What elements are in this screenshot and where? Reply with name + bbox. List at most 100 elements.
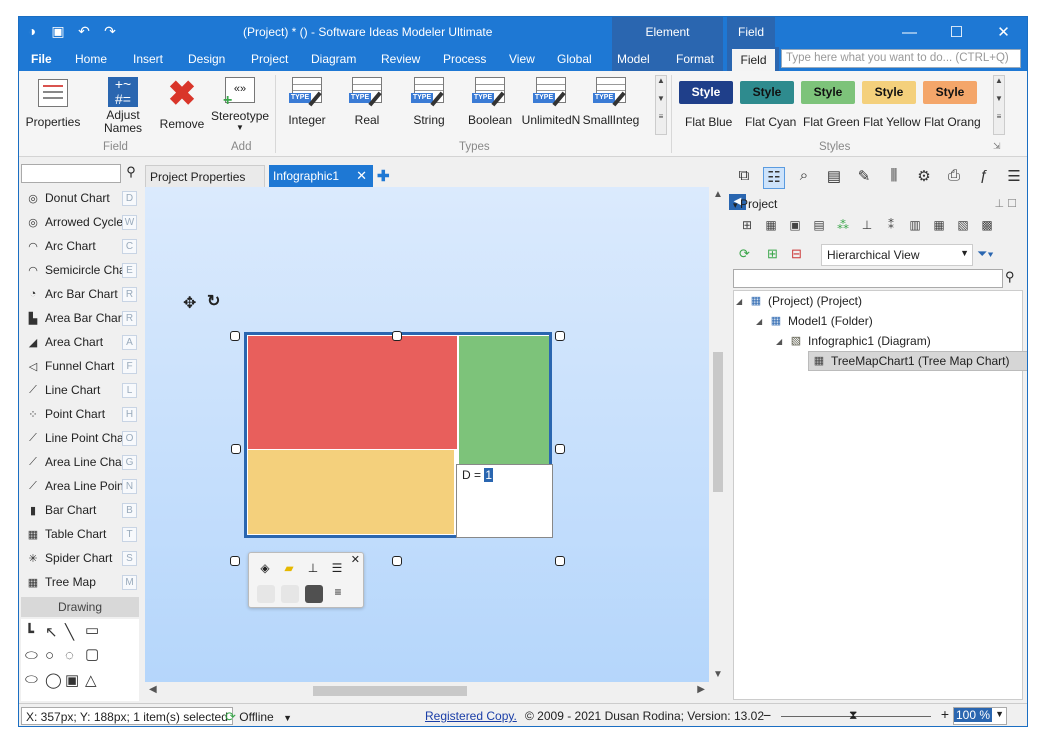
diagram-canvas[interactable]: ✥ ↻ D = 1 ✕ ◈ ▰ ⊥ ☰ ≡: [145, 187, 709, 682]
menu-diagram[interactable]: Diagram: [311, 52, 356, 66]
chart-icon[interactable]: ▥: [907, 218, 923, 234]
list-icon[interactable]: ☰: [329, 561, 345, 577]
fill-lighter-swatch[interactable]: [281, 585, 299, 603]
types-gallery-scroll[interactable]: ▲ ▼ ≡: [655, 75, 667, 135]
toolbox-item[interactable]: ⟋ Line Point Chart O: [21, 427, 139, 449]
canvas-vertical-scrollbar[interactable]: ▲ ▼: [709, 187, 727, 682]
circle-icon[interactable]: ○: [45, 647, 54, 664]
resize-handle[interactable]: [555, 444, 565, 454]
close-icon[interactable]: ✕: [351, 553, 360, 566]
scroll-down-icon[interactable]: ▼: [713, 669, 723, 680]
stadium-icon[interactable]: ⬭: [25, 671, 38, 688]
stereotype-button[interactable]: «» + Stereotype ▼: [211, 77, 269, 132]
editor-selected-value[interactable]: 1: [484, 468, 494, 482]
toolbox-item[interactable]: ◁ Funnel Chart F: [21, 355, 139, 377]
app-logo-icon[interactable]: ◑: [23, 22, 41, 40]
tree-map-cell-green[interactable]: [459, 336, 549, 464]
menu-review[interactable]: Review: [381, 52, 420, 66]
formula-icon[interactable]: ƒ: [973, 167, 995, 189]
toolbox-item[interactable]: ▮ Bar Chart B: [21, 499, 139, 521]
toolbox-item[interactable]: ▦ Tree Map M: [21, 571, 139, 593]
panel-toggle-icon[interactable]: ⧉: [733, 167, 755, 189]
tree-node-diagram[interactable]: ◢ ▧ Infographic1 (Diagram): [776, 331, 931, 351]
tree-node-model[interactable]: ◢ ▦ Model1 (Folder): [756, 311, 873, 331]
freeform-icon[interactable]: ◌: [65, 647, 74, 664]
scroll-up-icon[interactable]: ▲: [713, 189, 723, 200]
search-icon[interactable]: ⚲: [122, 164, 140, 183]
edit-document-icon[interactable]: ✎: [853, 167, 875, 189]
frame-icon[interactable]: ▣: [65, 671, 79, 689]
zoom-level-select[interactable]: 100 % ▼: [953, 707, 1007, 725]
toolbox-item[interactable]: ◔ Arc Bar Chart R: [21, 283, 139, 305]
inline-value-editor[interactable]: D = 1: [456, 464, 553, 538]
style-flat-green-button[interactable]: Style: [801, 81, 855, 104]
fill-light-swatch[interactable]: [257, 585, 275, 603]
add-document-icon[interactable]: ▤: [811, 218, 827, 234]
inspect-icon[interactable]: ⌕: [793, 167, 815, 189]
tree-node-project[interactable]: ◢ ▦ (Project) (Project): [736, 291, 862, 311]
drawing-section-header[interactable]: Drawing: [21, 597, 139, 617]
redo-icon[interactable]: ↷: [101, 22, 119, 40]
image-icon[interactable]: ▧: [955, 218, 971, 234]
dialog-launcher-icon[interactable]: ⇲: [993, 141, 1001, 152]
offline-status[interactable]: ⟳ Offline ▼: [225, 709, 292, 725]
style-flat-yellow-button[interactable]: Style: [862, 81, 916, 104]
menu-format[interactable]: Format: [676, 52, 714, 66]
tab-infographic[interactable]: Infographic1 ✕: [269, 165, 373, 187]
menu-design[interactable]: Design: [188, 52, 225, 66]
resize-handle[interactable]: [392, 556, 402, 566]
folder-icon[interactable]: ▰: [281, 561, 297, 577]
rectangle-icon[interactable]: ▭: [85, 621, 99, 639]
menu-project[interactable]: Project: [251, 52, 288, 66]
toolbox-search-input[interactable]: [21, 164, 121, 183]
scroll-left-icon[interactable]: ◀: [149, 684, 157, 695]
resize-handle[interactable]: [230, 331, 240, 341]
registered-copy-link[interactable]: Registered Copy.: [425, 709, 517, 723]
resize-handle[interactable]: [555, 331, 565, 341]
type-unlimited-natural[interactable]: TYPE UnlimitedN: [521, 77, 581, 127]
resize-handle[interactable]: [231, 444, 241, 454]
crayons-icon[interactable]: ⫼: [883, 167, 905, 189]
adjust-names-button[interactable]: +~ #= Adjust Names: [97, 77, 149, 135]
move-icon[interactable]: ✥: [183, 293, 196, 313]
toolbox-item[interactable]: ◠ Arc Chart C: [21, 235, 139, 257]
remove-button[interactable]: ✖ Remove: [159, 77, 205, 131]
connector-icon[interactable]: ┗: [25, 623, 34, 641]
toolbox-item[interactable]: ⁘ Point Chart H: [21, 403, 139, 425]
context-tab-element[interactable]: Element: [612, 17, 723, 47]
tree-map-chart[interactable]: D = 1: [244, 332, 553, 538]
hierarchy-icon[interactable]: ⊥: [859, 218, 875, 234]
toolbox-item[interactable]: ⟋ Line Chart L: [21, 379, 139, 401]
add-model-icon[interactable]: ▣: [787, 218, 803, 234]
toolbox-item[interactable]: ▦ Table Chart T: [21, 523, 139, 545]
menu-view[interactable]: View: [509, 52, 535, 66]
oval-icon[interactable]: ◯: [45, 671, 62, 689]
add-diagram-icon[interactable]: ▦: [763, 218, 779, 234]
style-flat-orange-button[interactable]: Style: [923, 81, 977, 104]
command-search-input[interactable]: Type here what you want to do... (CTRL+Q…: [781, 49, 1021, 68]
stereotype-dropdown-icon[interactable]: ▼: [211, 123, 269, 132]
document-icon[interactable]: ▤: [823, 167, 845, 189]
toolbox-item[interactable]: ⟋ Area Line Point N: [21, 475, 139, 497]
minimize-button[interactable]: —: [886, 17, 933, 47]
refresh-icon[interactable]: ⟳: [739, 246, 750, 262]
filter-icon[interactable]: ⏷▾: [977, 246, 994, 262]
zoom-out-icon[interactable]: −: [763, 707, 771, 723]
settings-icon[interactable]: ⚙: [913, 167, 935, 189]
style-flat-cyan-button[interactable]: Style: [740, 81, 794, 104]
context-tab-field[interactable]: Field: [727, 17, 775, 47]
type-integer[interactable]: TYPE Integer: [277, 77, 337, 127]
tree-node-treemap[interactable]: ▦ TreeMapChart1 (Tree Map Chart): [808, 351, 1027, 371]
tree-expand-icon[interactable]: ◢: [736, 297, 746, 306]
add-element-icon[interactable]: ⊞: [739, 218, 755, 234]
line-style-icon[interactable]: ≡: [329, 585, 347, 603]
menu-home[interactable]: Home: [75, 52, 107, 66]
expand-all-icon[interactable]: ⊞: [767, 246, 778, 262]
zoom-thumb[interactable]: ⧗: [849, 708, 857, 723]
pin-icon[interactable]: ⊥ ☐: [995, 197, 1018, 210]
hierarchy-icon[interactable]: ⊥: [305, 561, 321, 577]
styles-gallery-scroll[interactable]: ▲ ▼ ≡: [993, 75, 1005, 135]
tree-map-cell-red[interactable]: [248, 336, 457, 449]
fill-dark-swatch[interactable]: [305, 585, 323, 603]
close-button[interactable]: ✕: [980, 17, 1027, 47]
